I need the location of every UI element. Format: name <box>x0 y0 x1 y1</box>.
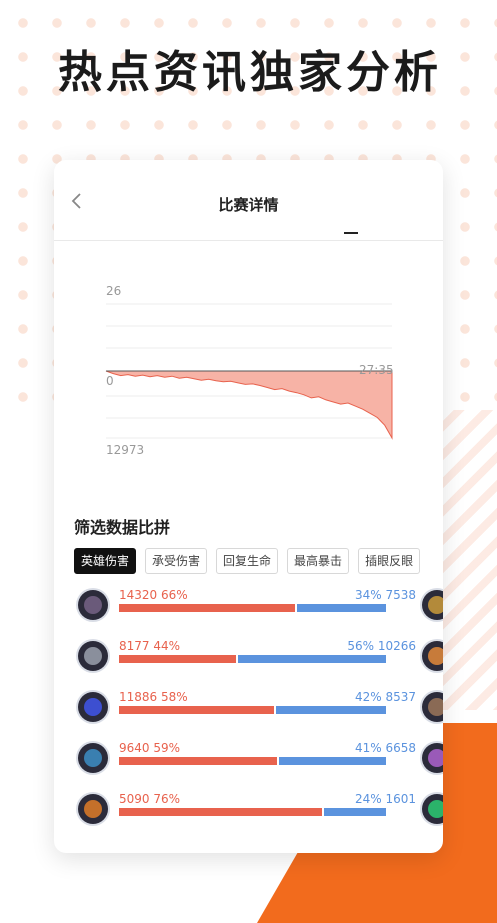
right-hero-avatar <box>422 641 443 671</box>
compare-bar <box>119 808 386 816</box>
comparison-row: 5090 76% 24% 1601 <box>78 792 443 843</box>
hero-portrait-icon <box>84 698 102 716</box>
left-fill <box>119 655 237 663</box>
right-hero-avatar <box>422 590 443 620</box>
tab-hero-damage[interactable]: 英雄伤害 <box>74 548 137 574</box>
comparison-row: 9640 59% 41% 6658 <box>78 741 443 792</box>
left-hero-avatar <box>78 641 108 671</box>
hero-portrait-icon <box>84 749 102 767</box>
comparison-row: 14320 66% 34% 7538 <box>78 588 443 639</box>
right-hero-avatar <box>422 794 443 824</box>
compare-bar <box>119 757 386 765</box>
compare-bar <box>119 604 386 612</box>
comparison-row: 8177 44% 56% 10266 <box>78 639 443 690</box>
right-hero-avatar <box>422 692 443 722</box>
comparison-row: 11886 58% 42% 8537 <box>78 690 443 741</box>
left-value: 8177 44% <box>119 639 181 653</box>
right-fill <box>297 604 386 612</box>
y-top-label: 26 <box>106 284 121 298</box>
filter-tabs: 英雄伤害 承受伤害 回复生命 最高暴击 插眼反眼 <box>74 548 421 574</box>
hero-portrait-icon <box>428 749 443 767</box>
end-time-label: 27:35 <box>359 363 394 377</box>
right-fill <box>323 808 386 816</box>
right-value: 56% 10266 <box>347 639 416 653</box>
headline: 热点资讯独家分析 <box>58 47 442 98</box>
left-hero-avatar <box>78 692 108 722</box>
hero-portrait-icon <box>428 596 443 614</box>
tab-healing[interactable]: 回复生命 <box>216 548 279 574</box>
tab-indicator <box>344 232 358 234</box>
comparison-list: 14320 66% 34% 7538 8177 44% 56% 10266 11… <box>78 588 443 843</box>
right-value: 41% 6658 <box>354 741 416 755</box>
left-fill <box>119 706 274 714</box>
hero-portrait-icon <box>84 800 102 818</box>
right-value: 34% 7538 <box>354 588 416 602</box>
right-fill <box>238 655 386 663</box>
hero-portrait-icon <box>428 698 443 716</box>
hero-portrait-icon <box>428 647 443 665</box>
right-value: 24% 1601 <box>354 792 416 806</box>
left-value: 14320 66% <box>119 588 188 602</box>
compare-bar <box>119 706 386 714</box>
right-hero-avatar <box>422 743 443 773</box>
right-value: 42% 8537 <box>354 690 416 704</box>
right-fill <box>278 757 386 765</box>
y-bottom-label: 12973 <box>106 443 144 457</box>
left-hero-avatar <box>78 794 108 824</box>
section-title: 筛选数据比拼 <box>74 518 171 537</box>
left-hero-avatar <box>78 743 108 773</box>
compare-bar <box>119 655 386 663</box>
hero-portrait-icon <box>84 647 102 665</box>
left-fill <box>119 808 322 816</box>
tab-wards[interactable]: 插眼反眼 <box>358 548 421 574</box>
gold-area <box>105 370 393 440</box>
left-value: 11886 58% <box>119 690 188 704</box>
hero-portrait-icon <box>84 596 102 614</box>
phone-card: 比赛详情 26 0 27:35 12973 筛选数据比拼 英雄伤害 承受伤害 回… <box>54 160 443 853</box>
left-value: 9640 59% <box>119 741 181 755</box>
gold-diff-chart: 26 0 27:35 12973 <box>105 284 394 457</box>
y-zero-label: 0 <box>106 374 114 388</box>
left-value: 5090 76% <box>119 792 181 806</box>
page-title: 比赛详情 <box>218 196 279 214</box>
hero-portrait-icon <box>428 800 443 818</box>
tab-max-crit[interactable]: 最高暴击 <box>287 548 350 574</box>
right-fill <box>275 706 386 714</box>
nav-bar: 比赛详情 <box>54 160 443 241</box>
left-fill <box>119 604 296 612</box>
left-fill <box>119 757 277 765</box>
left-hero-avatar <box>78 590 108 620</box>
tab-damage-taken[interactable]: 承受伤害 <box>145 548 208 574</box>
